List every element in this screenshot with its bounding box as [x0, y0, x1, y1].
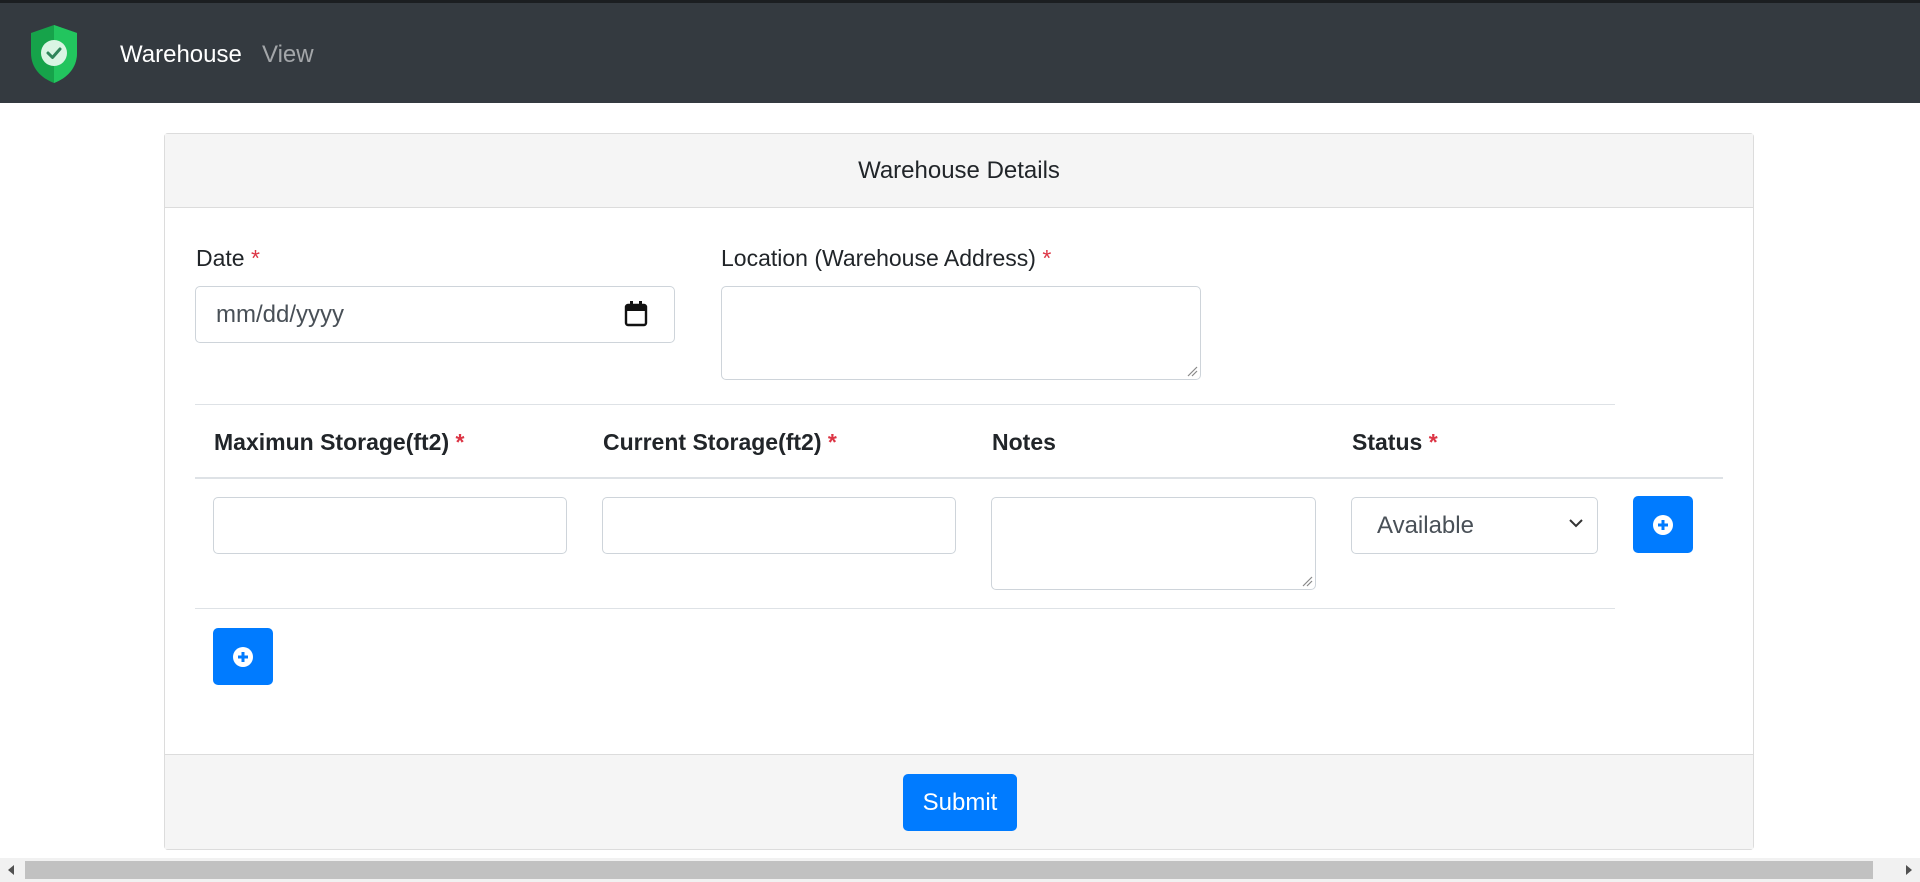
date-label: Date *	[196, 245, 260, 272]
th-notes-text: Notes	[992, 429, 1056, 455]
resize-grip-icon[interactable]	[1301, 575, 1313, 587]
required-asterisk: *	[1428, 429, 1438, 455]
scrollbar-thumb[interactable]	[25, 861, 1873, 879]
add-row-button[interactable]	[213, 628, 273, 685]
table-bottom-border	[195, 608, 1615, 609]
table-top-border	[195, 404, 1615, 405]
date-label-text: Date	[196, 245, 245, 271]
required-asterisk: *	[827, 429, 837, 455]
navbar: Warehouse View	[0, 3, 1920, 103]
current-storage-input[interactable]	[602, 497, 956, 554]
location-textarea[interactable]	[721, 286, 1201, 380]
date-placeholder: mm/dd/yyyy	[216, 300, 345, 328]
card-footer: Submit	[165, 754, 1753, 849]
notes-textarea[interactable]	[991, 497, 1316, 590]
location-label: Location (Warehouse Address) *	[721, 245, 1051, 272]
warehouse-details-card: Warehouse Details Date * mm/dd/yyyy Loca…	[164, 133, 1754, 850]
scroll-left-arrow-icon[interactable]	[6, 864, 16, 876]
card-title: Warehouse Details	[858, 156, 1060, 184]
add-row-inline-button[interactable]	[1633, 496, 1693, 553]
th-status: Status *	[1352, 429, 1438, 456]
shield-check-icon[interactable]	[28, 23, 80, 85]
scroll-right-arrow-icon[interactable]	[1904, 864, 1914, 876]
horizontal-scrollbar[interactable]	[0, 858, 1920, 882]
card-header: Warehouse Details	[165, 134, 1753, 208]
required-asterisk: *	[1042, 245, 1052, 271]
status-selected-value: Available	[1377, 511, 1474, 539]
nav-link-view[interactable]: View	[262, 41, 314, 69]
location-label-text: Location (Warehouse Address)	[721, 245, 1036, 271]
resize-grip-icon[interactable]	[1186, 365, 1198, 377]
table-header-border	[195, 477, 1723, 479]
calendar-icon[interactable]	[624, 301, 648, 327]
th-current-storage-text: Current Storage(ft2)	[603, 429, 822, 455]
submit-label: Submit	[922, 788, 998, 816]
required-asterisk: *	[455, 429, 465, 455]
plus-circle-icon	[233, 646, 253, 667]
th-notes: Notes	[992, 429, 1056, 456]
required-asterisk: *	[250, 245, 260, 271]
chevron-down-icon	[1569, 519, 1583, 528]
submit-button[interactable]: Submit	[903, 774, 1017, 831]
th-max-storage: Maximun Storage(ft2) *	[214, 429, 464, 456]
navbar-brand[interactable]: Warehouse	[120, 41, 242, 69]
th-current-storage: Current Storage(ft2) *	[603, 429, 837, 456]
status-select[interactable]: Available	[1351, 497, 1598, 554]
max-storage-input[interactable]	[213, 497, 567, 554]
th-status-text: Status	[1352, 429, 1423, 455]
date-input[interactable]: mm/dd/yyyy	[195, 286, 675, 343]
th-max-storage-text: Maximun Storage(ft2)	[214, 429, 450, 455]
plus-circle-icon	[1653, 514, 1673, 535]
